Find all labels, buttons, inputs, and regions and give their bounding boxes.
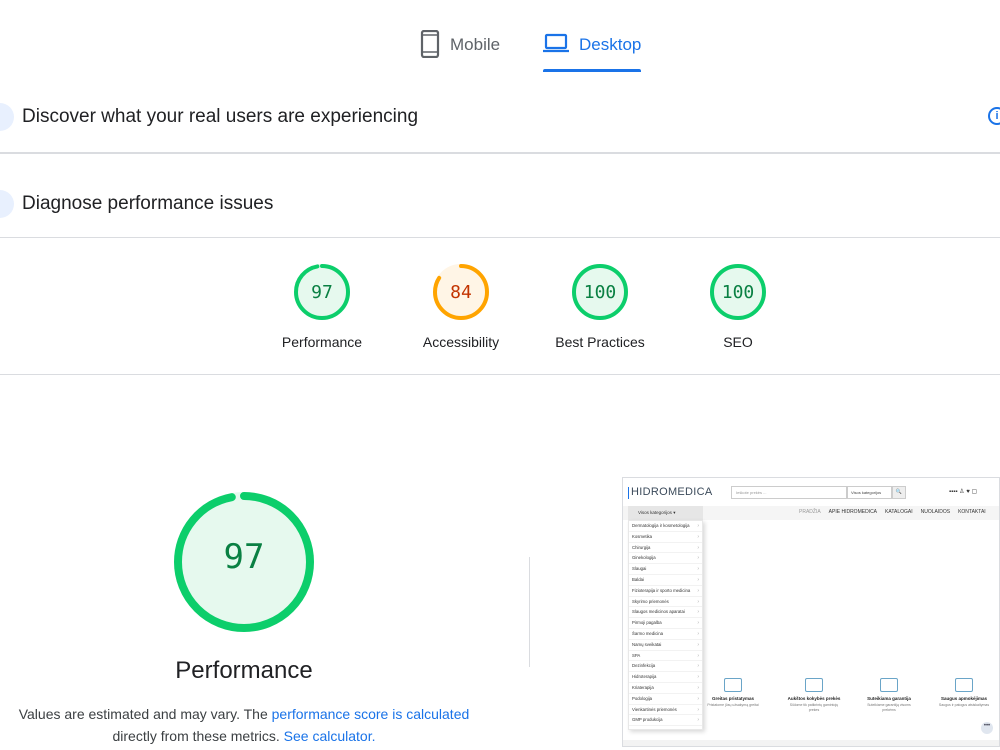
gauge-label: Best Practices — [555, 334, 645, 350]
feature-desc: Suteikiame garantiją visoms prekėms — [867, 703, 911, 712]
divider — [0, 152, 1000, 154]
diagnose-title: Diagnose performance issues — [22, 193, 274, 214]
site-search-input: Ieškote prekės ... — [731, 486, 847, 499]
tab-mobile[interactable]: Mobile — [420, 28, 500, 74]
desc-text: directly from these metrics. — [112, 728, 284, 744]
divider — [0, 237, 1000, 238]
performance-description: Values are estimated and may vary. The p… — [10, 703, 478, 747]
site-category-item: Kriaterapija — [629, 683, 702, 694]
gauge-score: 100 — [583, 282, 617, 303]
chat-icon: ••• — [981, 722, 993, 734]
divider — [0, 374, 1000, 375]
site-feature: Greitas pristatymas Pristatome jūsų užsak… — [705, 678, 761, 708]
score-calculated-link[interactable]: performance score is calculated — [272, 706, 470, 722]
site-category-item: Namų sveikatai — [629, 640, 702, 651]
tab-mobile-label: Mobile — [450, 35, 501, 54]
gauge-label: Performance — [281, 334, 363, 350]
feature-desc: Pristatome jūsų užsakymą greitai — [707, 703, 759, 707]
vertical-divider — [529, 557, 530, 667]
tab-desktop[interactable]: Desktop — [543, 28, 642, 74]
gauge-performance[interactable]: 97 Performance — [262, 262, 382, 350]
site-category-item: Šarmo medicina — [629, 629, 702, 640]
info-icon[interactable]: i — [988, 107, 1000, 125]
site-category-item: Baldai — [629, 575, 702, 586]
gauge-score: 97 — [311, 282, 333, 303]
real-users-section-header[interactable]: Discover what your real users are experi… — [0, 98, 1000, 136]
feature-icon — [805, 678, 823, 692]
gauge-label: Accessibility — [422, 334, 500, 350]
laptop-icon — [543, 28, 569, 54]
site-search-icon: 🔍 — [892, 486, 906, 499]
site-nav-link: KATALOGAI — [885, 509, 913, 515]
menu-head-label: Visos kategorijos — [638, 510, 672, 515]
site-category-item: Podologija — [629, 694, 702, 705]
real-users-title: Discover what your real users are experi… — [22, 106, 419, 127]
gauge-seo[interactable]: 100 SEO — [678, 262, 798, 350]
site-category-select: Visos kategorijos — [847, 486, 892, 499]
site-category-item: Slaugai — [629, 564, 702, 575]
gauge-accessibility[interactable]: 84 Accessibility — [401, 262, 521, 350]
section-dot-icon — [0, 190, 14, 218]
site-feature: Aukštos kokybės prekės Siūlome tik patikr… — [786, 678, 842, 712]
final-screenshot-thumbnail[interactable]: HIDROMEDICA Ieškote prekės ... Visos kat… — [622, 477, 1000, 747]
site-category-item: Skyrimo priemonės — [629, 597, 702, 608]
device-tabs: Mobile Desktop — [0, 0, 1000, 75]
site-nav-link: NUOLAIDOS — [920, 509, 951, 515]
site-bottom-bar — [623, 740, 999, 746]
site-category-item: SPA — [629, 651, 702, 662]
site-logo: HIDROMEDICA — [628, 486, 713, 499]
section-dot-icon — [0, 103, 14, 131]
diagnose-section-header: Diagnose performance issues — [0, 185, 1000, 223]
feature-icon — [955, 678, 973, 692]
gauge-score: 100 — [721, 282, 755, 303]
feature-title: Aukštos kokybės prekės — [787, 696, 841, 701]
site-menu-head: Visos kategorijos ▾ — [628, 506, 703, 520]
desc-text: Values are estimated and may vary. The — [18, 706, 272, 722]
gauge-label: SEO — [723, 334, 753, 350]
site-nav-link: APIE HIDROMEDICA — [828, 509, 878, 515]
site-category-item: Dezinfekcija — [629, 661, 702, 673]
site-category-item: Ginekologija — [629, 553, 702, 565]
gauge-score: 84 — [450, 282, 472, 303]
feature-desc: Saugus ir patogus atsiskaitymas — [938, 703, 990, 707]
feature-title: Suteikiama garantija — [867, 696, 911, 701]
site-feature: Suteikiama garantija Suteikiame garantiją… — [861, 678, 917, 712]
site-category-list: Dermatologija ir kosmetologijaKosmetikaC… — [628, 520, 703, 730]
phone-icon — [420, 28, 440, 58]
site-feature: Saugus apmokėjimas Saugus ir patogus atsi… — [936, 678, 992, 708]
site-category-item: Kosmetika — [629, 532, 702, 543]
site-category-item: GMP produkcija — [629, 715, 702, 727]
tab-desktop-label: Desktop — [579, 35, 642, 54]
feature-title: Saugus apmokėjimas — [940, 696, 988, 701]
site-category-item: Hidroterapija — [629, 672, 702, 683]
site-nav-link: PRADŽIA — [799, 509, 821, 515]
site-category-item: Fizioterapija ir sporto medicina — [629, 586, 702, 597]
site-category-item: Dermatologija ir kosmetologija — [629, 521, 702, 532]
feature-icon — [724, 678, 742, 692]
see-calculator-link[interactable]: See calculator. — [284, 728, 376, 744]
site-category-item: Slaugos medicinos aparatai — [629, 607, 702, 619]
site-category-item: Chirurgija — [629, 543, 702, 554]
site-category-item: Pirmoji pagalba — [629, 618, 702, 629]
feature-title: Greitas pristatymas — [711, 696, 755, 701]
performance-big-score: 97 — [223, 537, 265, 577]
gauge-best-practices[interactable]: 100 Best Practices — [540, 262, 660, 350]
site-nav-link: KONTAKTAI — [958, 509, 986, 515]
feature-desc: Siūlome tik patikrintų gamintojų prekes — [789, 703, 839, 712]
performance-title: Performance — [175, 657, 313, 684]
site-language-flags-icon: ▪▪▪▪ ♙ ♥ ▢ — [949, 489, 978, 495]
site-category-item: Vienkartinės priemonės — [629, 705, 702, 716]
site-nav-links: PRADŽIA APIE HIDROMEDICA KATALOGAI NUOLAIDO… — [799, 509, 994, 515]
feature-icon — [880, 678, 898, 692]
